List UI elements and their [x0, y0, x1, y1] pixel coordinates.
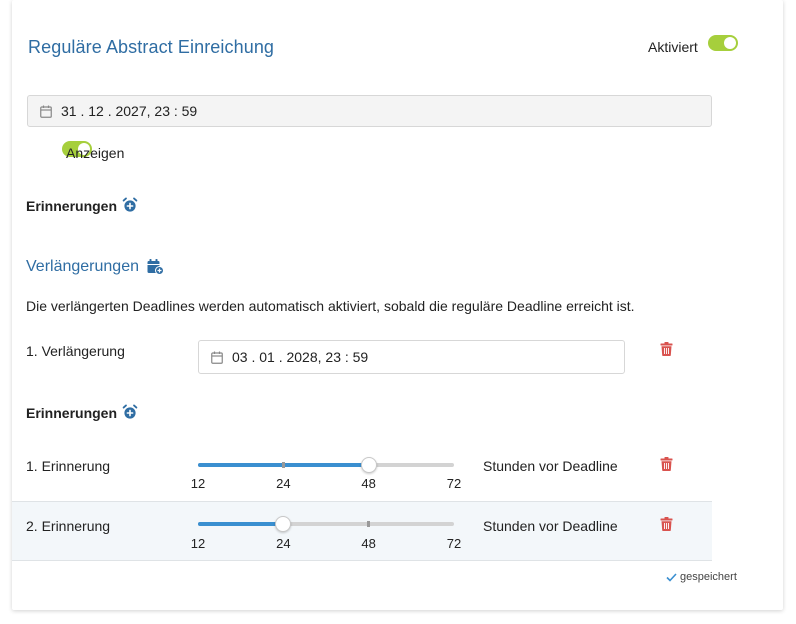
alarm-clock-plus-icon[interactable]	[122, 404, 138, 425]
extension-reminders-label: Erinnerungen	[26, 405, 118, 421]
reminder-1-label: 1. Erinnerung	[26, 458, 111, 474]
saved-label: gespeichert	[680, 571, 737, 583]
extensions-title: Verlängerungen	[26, 258, 139, 275]
slider-handle[interactable]	[360, 457, 377, 473]
alarm-clock-plus-icon[interactable]	[122, 197, 138, 218]
calendar-icon	[40, 105, 52, 118]
slider-tick-label: 48	[361, 476, 376, 491]
reminder-2-slider[interactable]	[198, 514, 454, 534]
show-label: Anzeigen	[66, 145, 125, 161]
page-title: Reguläre Abstract Einreichung	[28, 37, 275, 57]
trash-icon	[660, 342, 673, 356]
trash-icon	[660, 457, 673, 471]
slider-tick-label: 48	[361, 536, 376, 551]
extension-1-date-input[interactable]: 03 . 01 . 2028, 23 : 59	[198, 340, 625, 374]
delete-reminder-2-button[interactable]	[660, 517, 673, 531]
slider-tick-label: 24	[276, 536, 291, 551]
saved-status: gespeichert	[666, 571, 737, 583]
reminder-2-unit: Stunden vor Deadline	[483, 518, 618, 534]
slider-fill	[198, 522, 284, 526]
slider-tick-label: 72	[446, 476, 462, 491]
delete-extension-1-button[interactable]	[660, 342, 673, 356]
calendar-plus-icon[interactable]	[147, 259, 164, 280]
slider-tick-label: 72	[446, 536, 462, 551]
regular-reminders-label: Erinnerungen	[26, 198, 118, 214]
slider-stop-mark	[367, 521, 371, 527]
slider-handle[interactable]	[275, 516, 292, 532]
regular-deadline-input[interactable]: 31 . 12 . 2027, 23 : 59	[27, 95, 712, 127]
slider-stop-mark	[281, 462, 285, 468]
extensions-description: Die verlängerten Deadlines werden automa…	[26, 298, 635, 314]
active-label: Aktiviert	[648, 39, 698, 55]
reminder-1-slider[interactable]	[198, 455, 454, 475]
slider-tick-label: 12	[190, 476, 206, 491]
delete-reminder-1-button[interactable]	[660, 457, 673, 471]
slider-tick-label: 24	[276, 476, 291, 491]
regular-deadline-value: 31 . 12 . 2027, 23 : 59	[61, 103, 198, 119]
extension-1-date-value: 03 . 01 . 2028, 23 : 59	[232, 349, 369, 365]
reminder-1-unit: Stunden vor Deadline	[483, 458, 618, 474]
active-toggle[interactable]	[708, 35, 738, 51]
check-icon	[666, 572, 677, 582]
slider-tick-label: 12	[190, 536, 206, 551]
calendar-icon	[211, 351, 223, 364]
reminder-2-label: 2. Erinnerung	[26, 518, 111, 534]
trash-icon	[660, 517, 673, 531]
deadline-card: Reguläre Abstract Einreichung Aktiviert …	[12, 0, 783, 610]
extension-1-label: 1. Verlängerung	[26, 343, 125, 359]
